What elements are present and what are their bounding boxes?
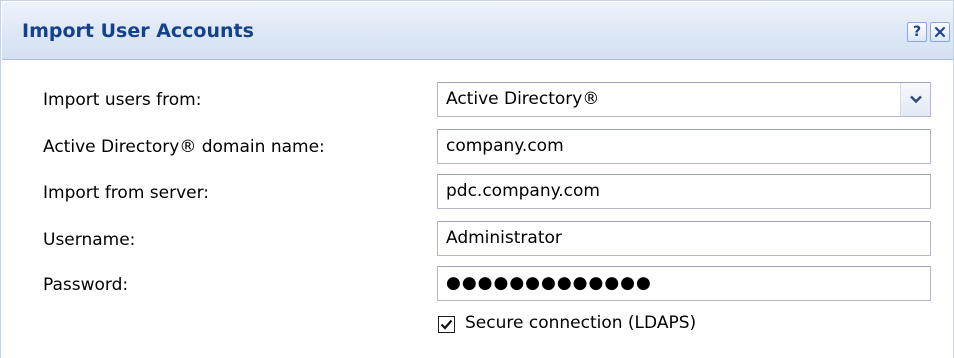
help-icon: ? [912, 24, 922, 40]
import-users-from-value: Active Directory® [446, 89, 600, 109]
import-users-from-label: Import users from: [43, 90, 202, 110]
checkmark-icon [440, 319, 453, 330]
password-input[interactable]: ●●●●●●●●●●●●● [437, 266, 931, 301]
password-masked-value: ●●●●●●●●●●●●● [446, 273, 652, 293]
domain-name-input[interactable]: company.com [437, 129, 931, 164]
import-users-from-select[interactable]: Active Directory® [437, 82, 931, 117]
help-button[interactable]: ? [907, 22, 927, 42]
secure-connection-label[interactable]: Secure connection (LDAPS) [465, 313, 696, 333]
import-from-server-value: pdc.company.com [446, 181, 600, 201]
import-user-accounts-dialog: Import User Accounts ? Import users from… [0, 0, 954, 358]
close-icon [935, 27, 945, 37]
dialog-title: Import User Accounts [22, 20, 254, 42]
username-value: Administrator [446, 228, 562, 248]
password-label: Password: [43, 275, 129, 295]
username-input[interactable]: Administrator [437, 221, 931, 256]
import-from-server-input[interactable]: pdc.company.com [437, 174, 931, 209]
dialog-titlebar: Import User Accounts ? [2, 2, 953, 60]
secure-connection-checkbox[interactable] [438, 316, 455, 333]
username-label: Username: [43, 230, 136, 250]
domain-name-label: Active Directory® domain name: [43, 137, 325, 157]
close-button[interactable] [930, 22, 950, 42]
domain-name-value: company.com [446, 136, 564, 156]
dropdown-trigger[interactable] [900, 83, 930, 116]
chevron-down-icon [910, 95, 922, 104]
import-from-server-label: Import from server: [43, 183, 210, 203]
